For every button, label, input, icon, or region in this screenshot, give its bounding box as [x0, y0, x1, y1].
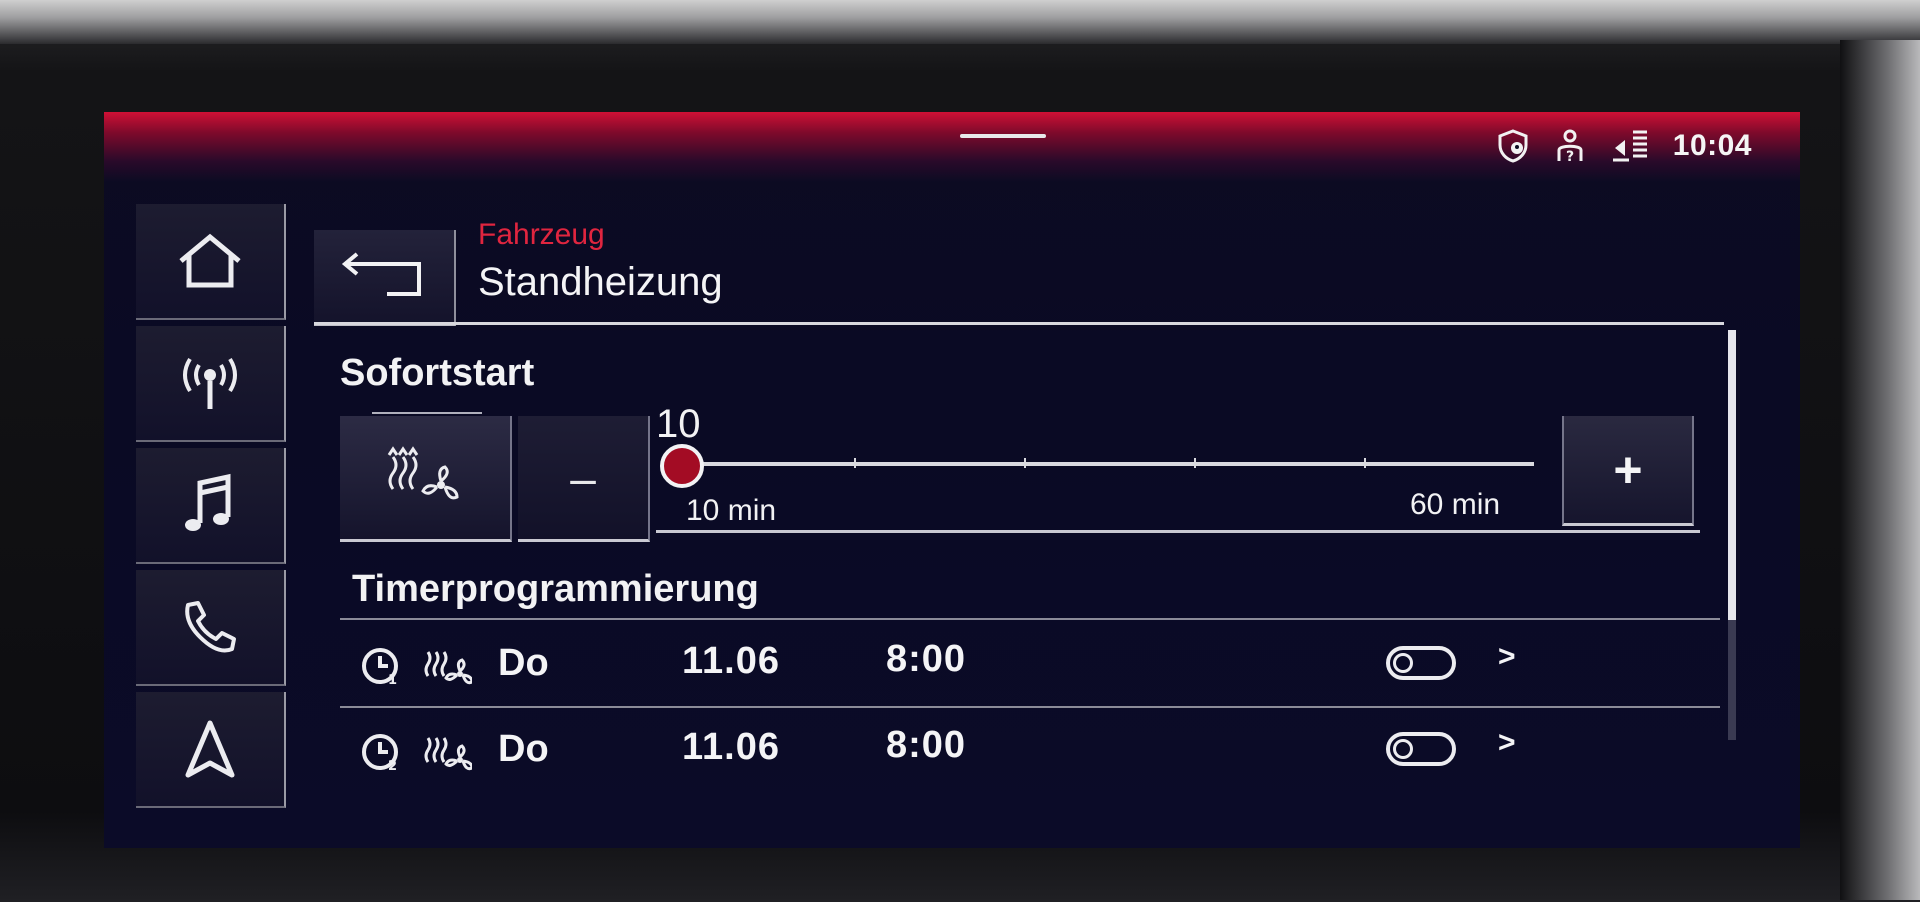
- sidebar-item-radio[interactable]: [136, 326, 286, 442]
- slider-tick: [1194, 458, 1196, 468]
- duration-slider-track[interactable]: [684, 458, 1534, 468]
- sidebar-item-navigation[interactable]: [136, 692, 286, 808]
- radio-antenna-icon: [175, 353, 245, 413]
- chevron-right-icon[interactable]: >: [1498, 640, 1516, 674]
- heater-fan-icon: [422, 730, 474, 777]
- scrollbar-thumb[interactable]: [1728, 330, 1736, 620]
- slider-underline: [656, 530, 1700, 533]
- toggle-knob: [1393, 739, 1413, 759]
- section-divider: [340, 618, 1720, 620]
- sidebar-item-home[interactable]: [136, 204, 286, 320]
- slider-tick: [854, 458, 856, 468]
- timer-time: 8:00: [886, 638, 967, 680]
- timer-row-1[interactable]: 1 Do 11.06 8:00 >: [340, 624, 1720, 708]
- duration-slider-thumb[interactable]: [660, 444, 704, 488]
- timer-day: Do: [498, 728, 549, 770]
- heater-fan-icon: [422, 644, 474, 691]
- phone-icon: [178, 597, 242, 657]
- breadcrumb[interactable]: Fahrzeug: [478, 218, 605, 252]
- heater-button-indicator: [372, 412, 482, 414]
- music-note-icon: [180, 473, 240, 537]
- row-divider: [340, 706, 1720, 708]
- navigation-arrow-icon: [180, 719, 240, 779]
- timer-row-2[interactable]: 2 Do 11.06 8:00 >: [340, 710, 1720, 794]
- decrease-button[interactable]: –: [518, 416, 650, 542]
- timer-toggle[interactable]: [1386, 732, 1456, 766]
- status-bar: ? 10:04: [1495, 126, 1752, 166]
- timer-date: 11.06: [682, 640, 780, 682]
- timer-1-clock-icon: 1: [360, 646, 404, 691]
- chevron-right-icon[interactable]: >: [1498, 726, 1516, 760]
- clock: 10:04: [1672, 129, 1752, 162]
- slider-min-label: 10 min: [686, 494, 777, 527]
- sidebar: [136, 204, 296, 814]
- slider-max-label: 60 min: [1410, 488, 1501, 521]
- svg-text:?: ?: [1566, 149, 1574, 164]
- section-heading-sofortstart: Sofortstart: [340, 352, 535, 394]
- back-arrow-icon: [339, 250, 429, 305]
- traffic-sign-icon: [1611, 128, 1651, 164]
- scrollbar[interactable]: [1728, 330, 1736, 740]
- title-divider: [314, 322, 1724, 325]
- timer-toggle[interactable]: [1386, 646, 1456, 680]
- heater-start-button[interactable]: [340, 416, 512, 542]
- timer-day: Do: [498, 642, 549, 684]
- shield-location-icon: [1495, 128, 1531, 164]
- svg-text:2: 2: [388, 759, 397, 772]
- sidebar-item-media[interactable]: [136, 448, 286, 564]
- bezel-right-trim: [1840, 40, 1920, 900]
- back-button[interactable]: [314, 230, 456, 326]
- slider-tick: [1024, 458, 1026, 468]
- page-title: Standheizung: [478, 260, 723, 304]
- pull-down-handle[interactable]: [960, 134, 1046, 138]
- slider-tick: [1364, 458, 1366, 468]
- toggle-knob: [1393, 653, 1413, 673]
- infotainment-screen: ? 10:04 Fahrzeug Standheizung Sofortstar…: [104, 112, 1800, 848]
- timer-2-clock-icon: 2: [360, 732, 404, 777]
- home-icon: [175, 231, 245, 291]
- bezel-top-trim: [0, 0, 1920, 44]
- timer-date: 11.06: [682, 726, 780, 768]
- increase-button[interactable]: +: [1562, 416, 1694, 526]
- svg-text:1: 1: [388, 673, 397, 686]
- person-question-icon: ?: [1553, 128, 1589, 164]
- heater-fan-icon: [385, 445, 465, 510]
- timer-time: 8:00: [886, 724, 967, 766]
- section-heading-timer: Timerprogrammierung: [352, 568, 759, 610]
- slider-value: 10: [656, 402, 701, 446]
- sidebar-item-phone[interactable]: [136, 570, 286, 686]
